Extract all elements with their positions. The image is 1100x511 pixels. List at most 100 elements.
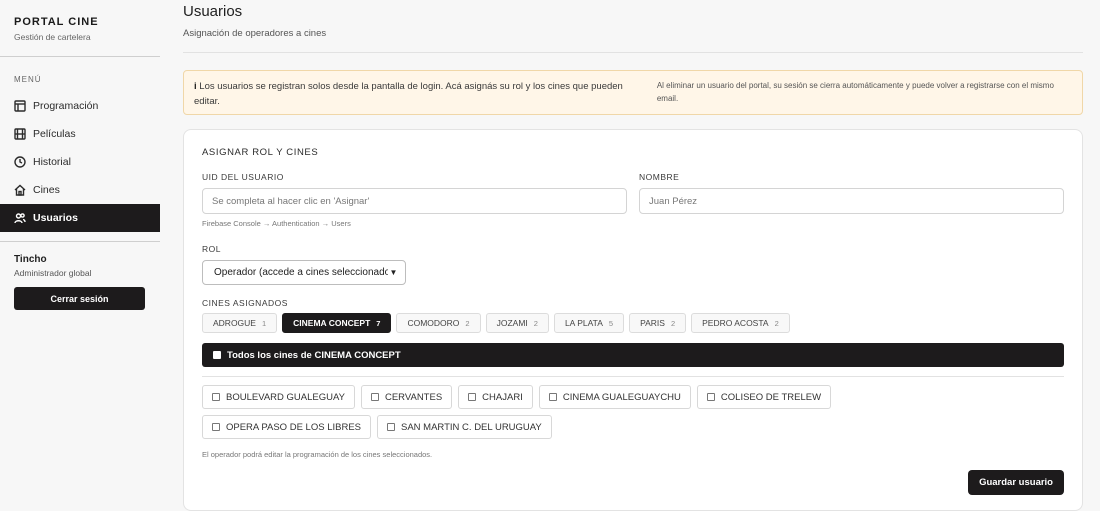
cinema-option[interactable]: OPERA PASO DE LOS LIBRES [202, 415, 371, 439]
sidebar-item-cines[interactable]: Cines [0, 176, 160, 204]
select-all-cinemas-toggle[interactable]: Todos los cines de CINEMA CONCEPT [202, 343, 1064, 367]
page-title: Usuarios [183, 3, 243, 20]
role-select[interactable]: Operador (accede a cines seleccionados) … [202, 260, 406, 285]
cinema-checkbox-list: BOULEVARD GUALEGUAY CERVANTES CHAJARI CI… [202, 385, 962, 439]
chain-tab-la-plata[interactable]: LA PLATA 5 [553, 313, 625, 333]
sidebar-item-label: Películas [33, 128, 76, 140]
notice-main: i Los usuarios se registran solos desde … [194, 79, 637, 107]
chain-name: JOZAMI [496, 318, 528, 328]
select-all-checkbox[interactable] [213, 351, 221, 359]
app: PORTAL CINE Gestión de cartelera MENÚ Pr… [0, 0, 1100, 511]
select-all-label: Todos los cines de CINEMA CONCEPT [227, 349, 401, 361]
menu-label: MENÚ [14, 75, 42, 84]
chain-name: PEDRO ACOSTA [702, 318, 769, 328]
chain-count: 5 [608, 318, 614, 328]
cinema-label: CHAJARI [482, 391, 523, 403]
save-user-button[interactable]: Guardar usuario [968, 470, 1064, 495]
users-icon [14, 213, 26, 224]
cinema-checkbox[interactable] [212, 393, 220, 401]
cinema-checkbox[interactable] [548, 393, 557, 401]
chain-tab-cinema-concept[interactable]: CINEMA CONCEPT 7 [282, 313, 392, 333]
cinema-checkbox[interactable] [370, 393, 379, 401]
sidebar-item-label: Programación [33, 100, 99, 112]
cinema-option[interactable]: CERVANTES [360, 385, 453, 409]
cinema-option[interactable]: CHAJARI [458, 385, 533, 409]
chain-tabs: ADROGUE 1 CINEMA CONCEPT 7 COMODORO 2 JOZAM… [202, 313, 1064, 333]
sidebar-item-label: Usuarios [33, 212, 78, 224]
chain-name: COMODORO [407, 318, 460, 328]
cinema-option[interactable]: COLISEO DE TRELEW [696, 385, 832, 409]
divider [202, 376, 1064, 377]
cinema-option[interactable]: BOULEVARD GUALEGUAY [202, 385, 355, 409]
role-select-value: Operador (accede a cines seleccionados) [214, 267, 388, 278]
chain-tab-jozami[interactable]: JOZAMI 2 [485, 313, 549, 333]
sidebar-item-programacion[interactable]: Programación [0, 92, 160, 120]
chain-tab-comodoro[interactable]: COMODORO 2 [396, 313, 481, 333]
page-subtitle: Asignación de operadores a cines [183, 28, 1083, 53]
sidebar-item-peliculas[interactable]: Películas [0, 120, 160, 148]
user-name: Tincho [14, 254, 47, 265]
chain-tab-paris[interactable]: PARIS 2 [629, 313, 687, 333]
brand: PORTAL CINE Gestión de cartelera [0, 0, 160, 57]
sidebar-item-label: Cines [33, 184, 60, 196]
chain-name: LA PLATA [564, 318, 603, 328]
chain-tab-pedro-acosta[interactable]: PEDRO ACOSTA 2 [691, 313, 790, 333]
cines-label: CINES ASIGNADOS [202, 298, 288, 308]
cinema-option[interactable]: SAN MARTIN C. DEL URUGUAY [377, 415, 552, 439]
user-role: Administrador global [14, 268, 92, 278]
chevron-down-icon: ▼ [389, 268, 397, 277]
cinema-label: SAN MARTIN C. DEL URUGUAY [401, 421, 542, 433]
clock-icon [14, 156, 26, 168]
name-label: NOMBRE [639, 172, 680, 182]
role-label: ROL [202, 244, 221, 254]
notice-side-text: Al eliminar un usuario del portal, su se… [656, 81, 1054, 103]
form-row-identity: UID DEL USUARIO Se completa al hacer cli… [202, 172, 1064, 228]
cines-field: CINES ASIGNADOS ADROGUE 1 CINEMA CONCEPT 7… [202, 298, 1064, 333]
user-block: Tincho Administrador global Cerrar sesió… [0, 242, 160, 322]
chain-count: 2 [774, 318, 779, 328]
sidebar-item-label: Historial [33, 156, 71, 168]
role-field: ROL Operador (accede a cines seleccionad… [202, 244, 1064, 285]
cinema-checkbox[interactable] [212, 423, 220, 431]
info-icon: i [194, 81, 197, 92]
operator-hint: El operador podrá editar la programación… [202, 450, 433, 459]
cinema-label: BOULEVARD GUALEGUAY [226, 391, 345, 403]
chain-name: PARIS [640, 318, 665, 328]
name-input[interactable]: Juan Pérez [639, 188, 1064, 214]
main-content: Usuarios Asignación de operadores a cine… [183, 0, 1083, 511]
info-notice: i Los usuarios se registran solos desde … [183, 70, 1083, 115]
sidebar: PORTAL CINE Gestión de cartelera MENÚ Pr… [0, 0, 160, 511]
brand-subtitle: Gestión de cartelera [14, 32, 91, 42]
chain-name: CINEMA CONCEPT [293, 318, 371, 328]
uid-hint: Firebase Console → Authentication → User… [202, 219, 351, 228]
uid-input[interactable]: Se completa al hacer clic en 'Asignar' [202, 188, 627, 214]
name-field: NOMBRE Juan Pérez [639, 172, 1064, 228]
chain-count: 7 [376, 318, 381, 328]
cinema-label: CERVANTES [384, 391, 443, 403]
chain-count: 2 [465, 318, 470, 328]
brand-title: PORTAL CINE [14, 16, 99, 28]
chain-count: 1 [261, 318, 267, 328]
assign-form-card: ASIGNAR ROL Y CINES UID DEL USUARIO Se c… [183, 129, 1083, 511]
notice-main-text: Los usuarios se registran solos desde la… [194, 81, 623, 107]
chain-name: ADROGUE [213, 318, 256, 328]
uid-field: UID DEL USUARIO Se completa al hacer cli… [202, 172, 627, 228]
sidebar-item-usuarios[interactable]: Usuarios [0, 204, 160, 232]
uid-label: UID DEL USUARIO [202, 172, 284, 182]
form-title: ASIGNAR ROL Y CINES [202, 147, 319, 158]
cinema-label: COLISEO DE TRELEW [720, 391, 822, 403]
chain-count: 2 [670, 318, 676, 328]
cinema-checkbox[interactable] [706, 393, 715, 401]
cinema-checkbox[interactable] [468, 393, 477, 401]
home-icon [14, 184, 26, 196]
film-icon [14, 128, 26, 140]
layout-icon [14, 100, 26, 112]
logout-button[interactable]: Cerrar sesión [14, 287, 145, 310]
cinema-option[interactable]: CINEMA GUALEGUAYCHU [538, 385, 691, 409]
chain-count: 2 [533, 318, 538, 328]
cinema-label: OPERA PASO DE LOS LIBRES [226, 421, 361, 433]
cinema-checkbox[interactable] [387, 423, 395, 431]
chain-tab-adrogue[interactable]: ADROGUE 1 [202, 313, 278, 333]
sidebar-item-historial[interactable]: Historial [0, 148, 160, 176]
cinema-label: CINEMA GUALEGUAYCHU [562, 391, 681, 403]
